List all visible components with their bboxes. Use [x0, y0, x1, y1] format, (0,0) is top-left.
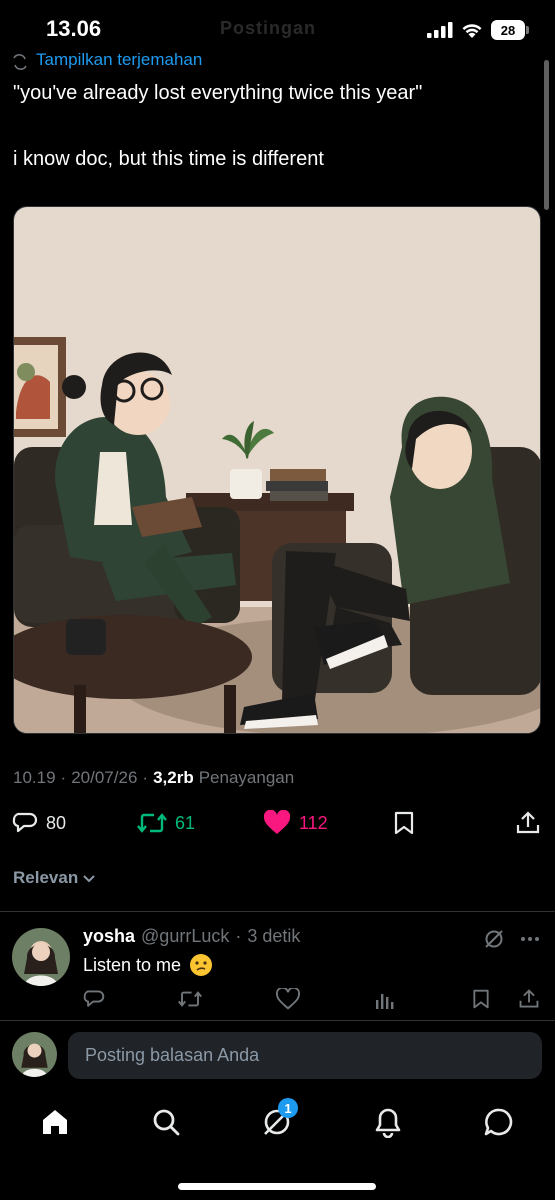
sort-label: Relevan — [13, 868, 79, 887]
retweet-count: 61 — [175, 812, 196, 833]
reply-author-name[interactable]: yosha — [83, 926, 135, 947]
reply-input[interactable]: Posting balasan Anda — [68, 1032, 542, 1079]
reply-button[interactable]: 80 — [12, 810, 66, 836]
bottom-nav: 1 — [0, 1094, 555, 1154]
reply-header: yosha @gurrLuck · 3 detik — [83, 926, 300, 947]
retweet-button[interactable]: 61 — [137, 810, 195, 836]
wifi-icon — [462, 24, 482, 38]
retweet-icon — [137, 813, 167, 833]
status-ghost-title: Postingan — [220, 18, 317, 38]
divider — [0, 911, 555, 912]
heart-icon — [263, 810, 291, 834]
share-icon — [516, 811, 540, 834]
battery-indicator: 28 — [491, 20, 529, 40]
tweet-image[interactable] — [13, 206, 541, 734]
reply-author-handle[interactable]: @gurrLuck — [141, 926, 229, 947]
translate-link[interactable]: Tampilkan terjemahan — [12, 50, 202, 70]
tweet-meta: 10.19 · 20/07/26 · 3,2rb Penayangan — [13, 768, 294, 788]
bookmark-icon — [394, 811, 414, 835]
views-label[interactable]: Penayangan — [199, 768, 294, 788]
status-time: 13.06 — [46, 16, 102, 41]
avatar-image — [12, 928, 70, 986]
compose-avatar — [12, 1032, 57, 1077]
tweet-time: 10.19 — [13, 768, 56, 787]
divider — [0, 1020, 555, 1021]
scrollbar[interactable] — [544, 60, 549, 210]
confused-face-emoji-icon — [190, 954, 213, 976]
meta-separator: · — [60, 768, 67, 787]
translate-icon — [13, 54, 27, 70]
signal-icon — [427, 22, 453, 38]
avatar-image — [12, 1032, 57, 1077]
reply-avatar[interactable] — [12, 928, 70, 986]
search-icon — [153, 1109, 180, 1136]
reply-icon[interactable] — [83, 988, 105, 1010]
retweet-icon[interactable] — [178, 988, 202, 1010]
views-icon[interactable] — [374, 988, 396, 1010]
nav-notifications[interactable] — [370, 1104, 406, 1140]
tweet-actions: 80 61 112 — [0, 806, 555, 846]
tweet-date: 20/07/26 — [71, 768, 138, 787]
reply-input-placeholder: Posting balasan Anda — [85, 1045, 260, 1065]
nav-search[interactable] — [148, 1104, 184, 1140]
translate-label: Tampilkan terjemahan — [36, 50, 203, 69]
bell-icon — [375, 1108, 401, 1138]
status-bar: 13.06 Postingan 28 — [0, 0, 555, 56]
sort-replies-button[interactable]: Relevan — [13, 868, 96, 888]
status-icons: 28 — [427, 20, 529, 40]
like-count: 112 — [299, 812, 328, 833]
reply-text: Listen to me — [83, 954, 182, 975]
nav-grok[interactable]: 1 — [259, 1098, 298, 1140]
meta-separator: · — [235, 926, 242, 946]
reply-body: Listen to me — [83, 953, 213, 977]
therapy-illustration — [14, 207, 540, 733]
messages-icon — [484, 1108, 513, 1136]
like-button[interactable]: 112 — [263, 810, 328, 836]
views-count[interactable]: 3,2rb — [153, 768, 194, 788]
bookmark-icon[interactable] — [471, 988, 491, 1010]
reply-time: 3 detik — [247, 926, 301, 946]
reply-icon — [12, 812, 38, 833]
home-icon — [43, 1110, 67, 1134]
heart-icon[interactable] — [276, 988, 300, 1010]
nav-home[interactable] — [37, 1104, 73, 1140]
home-indicator[interactable] — [178, 1183, 376, 1190]
tweet-text-line-1: "you've already lost everything twice th… — [13, 82, 423, 104]
grok-icon[interactable] — [483, 928, 505, 950]
more-icon[interactable] — [519, 928, 541, 950]
bookmark-button[interactable] — [392, 810, 416, 836]
battery-level: 28 — [500, 22, 516, 38]
chevron-down-icon — [83, 875, 95, 883]
meta-separator: · — [142, 768, 149, 787]
notification-badge: 1 — [278, 1098, 298, 1118]
share-button[interactable] — [515, 810, 541, 836]
reply-actions — [0, 986, 555, 1014]
tweet-text-line-2: i know doc, but this time is different — [13, 148, 324, 170]
nav-messages[interactable] — [481, 1104, 517, 1140]
reply-count: 80 — [46, 812, 67, 833]
reply-top-icons — [483, 928, 541, 950]
share-icon[interactable] — [518, 988, 540, 1010]
